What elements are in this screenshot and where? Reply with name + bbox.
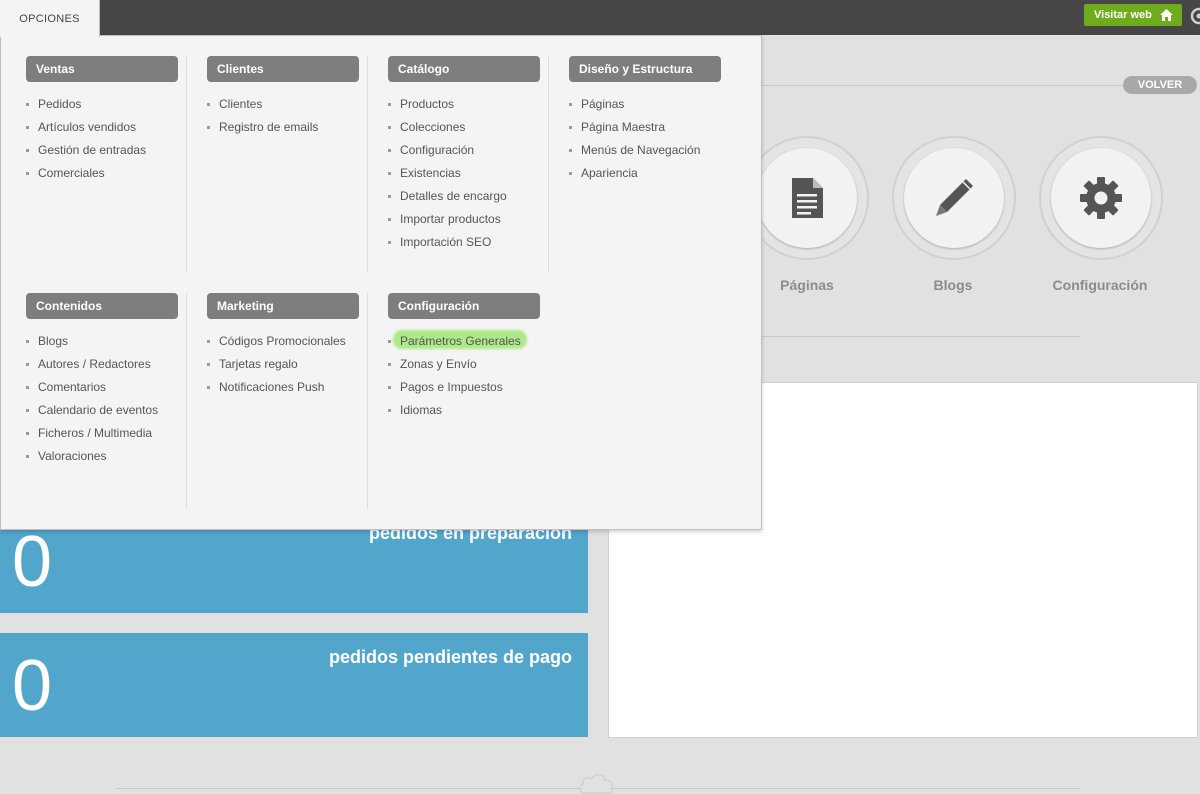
menu-column-contenidos: Contenidos Blogs Autores / Redactores Co… <box>26 293 178 471</box>
menu-item-autores[interactable]: Autores / Redactores <box>26 356 178 379</box>
shortcut-label-configuracion: Configuración <box>1052 277 1148 293</box>
menu-item-blogs[interactable]: Blogs <box>26 333 178 356</box>
menu-column-diseno: Diseño y Estructura Páginas Página Maest… <box>569 56 721 188</box>
gear-icon <box>1080 177 1122 219</box>
opciones-menu: Ventas Pedidos Artículos vendidos Gestió… <box>0 35 762 530</box>
menu-header-diseno: Diseño y Estructura <box>569 56 721 82</box>
shortcut-paginas-circle <box>757 148 857 248</box>
menu-item-pagos-impuestos[interactable]: Pagos e Impuestos <box>388 379 540 402</box>
menu-item-codigos-promocionales[interactable]: Códigos Promocionales <box>207 333 359 356</box>
menu-item-clientes[interactable]: Clientes <box>207 96 359 119</box>
menu-column-marketing: Marketing Códigos Promocionales Tarjetas… <box>207 293 359 402</box>
menu-item-gestion-entradas[interactable]: Gestión de entradas <box>26 142 178 165</box>
menu-item-pagina-maestra[interactable]: Página Maestra <box>569 119 721 142</box>
stat-pendientes-value: 0 <box>12 646 53 726</box>
menu-header-catalogo: Catálogo <box>388 56 540 82</box>
menu-item-registro-emails[interactable]: Registro de emails <box>207 119 359 142</box>
visit-website-button[interactable]: Visitar web <box>1084 4 1182 26</box>
shortcut-paginas[interactable] <box>745 136 869 260</box>
menu-item-articulos-vendidos[interactable]: Artículos vendidos <box>26 119 178 142</box>
menu-item-ficheros[interactable]: Ficheros / Multimedia <box>26 425 178 448</box>
menu-item-parametros-generales[interactable]: Parámetros Generales <box>388 330 540 356</box>
menu-column-configuracion: Configuración Parámetros Generales Zonas… <box>388 293 540 425</box>
column-separator <box>186 56 187 272</box>
menu-item-existencias[interactable]: Existencias <box>388 165 540 188</box>
shortcuts-divider <box>762 336 1080 337</box>
opciones-tab[interactable]: OPCIONES <box>0 0 100 37</box>
menu-item-tarjetas-regalo[interactable]: Tarjetas regalo <box>207 356 359 379</box>
column-separator <box>548 56 549 272</box>
menu-item-paginas[interactable]: Páginas <box>569 96 721 119</box>
stat-pendientes-pago[interactable]: 0 pedidos pendientes de pago <box>0 633 588 737</box>
menu-item-apariencia[interactable]: Apariencia <box>569 165 721 188</box>
menu-item-notificaciones-push[interactable]: Notificaciones Push <box>207 379 359 402</box>
pencil-icon <box>936 179 973 216</box>
shortcut-configuracion-circle <box>1051 148 1151 248</box>
home-icon <box>1160 9 1173 21</box>
menu-item-idiomas[interactable]: Idiomas <box>388 402 540 425</box>
menu-column-ventas: Ventas Pedidos Artículos vendidos Gestió… <box>26 56 178 188</box>
stat-pendientes-label: pedidos pendientes de pago <box>328 647 572 667</box>
menu-header-clientes: Clientes <box>207 56 359 82</box>
document-icon <box>792 178 823 218</box>
shortcut-configuracion[interactable] <box>1039 136 1163 260</box>
header-divider <box>760 85 1130 86</box>
column-separator <box>367 56 368 272</box>
visit-website-label: Visitar web <box>1094 9 1152 21</box>
menu-item-detalles-encargo[interactable]: Detalles de encargo <box>388 188 540 211</box>
menu-item-calendario-eventos[interactable]: Calendario de eventos <box>26 402 178 425</box>
stat-preparacion-value: 0 <box>12 522 53 602</box>
volver-button[interactable]: VOLVER <box>1123 76 1197 94</box>
column-separator <box>367 293 368 509</box>
menu-item-importacion-seo[interactable]: Importación SEO <box>388 234 540 257</box>
menu-header-marketing: Marketing <box>207 293 359 319</box>
menu-item-catalogo-configuracion[interactable]: Configuración <box>388 142 540 165</box>
menu-item-productos[interactable]: Productos <box>388 96 540 119</box>
column-separator <box>186 293 187 509</box>
menu-item-zonas-envio[interactable]: Zonas y Envío <box>388 356 540 379</box>
menu-column-catalogo: Catálogo Productos Colecciones Configura… <box>388 56 540 257</box>
menu-item-menus-navegacion[interactable]: Menús de Navegación <box>569 142 721 165</box>
menu-item-pedidos[interactable]: Pedidos <box>26 96 178 119</box>
menu-header-ventas: Ventas <box>26 56 178 82</box>
top-bar: Visitar web <box>0 0 1200 35</box>
cloud-icon <box>579 774 613 794</box>
menu-item-colecciones[interactable]: Colecciones <box>388 119 540 142</box>
menu-column-clientes: Clientes Clientes Registro de emails <box>207 56 359 142</box>
menu-item-importar-productos[interactable]: Importar productos <box>388 211 540 234</box>
settings-icon[interactable] <box>1190 7 1200 25</box>
shortcut-blogs[interactable] <box>892 136 1016 260</box>
menu-header-configuracion: Configuración <box>388 293 540 319</box>
menu-item-valoraciones[interactable]: Valoraciones <box>26 448 178 471</box>
shortcut-blogs-circle <box>904 148 1004 248</box>
menu-item-comerciales[interactable]: Comerciales <box>26 165 178 188</box>
menu-header-contenidos: Contenidos <box>26 293 178 319</box>
menu-item-comentarios[interactable]: Comentarios <box>26 379 178 402</box>
shortcut-label-blogs: Blogs <box>933 277 973 293</box>
